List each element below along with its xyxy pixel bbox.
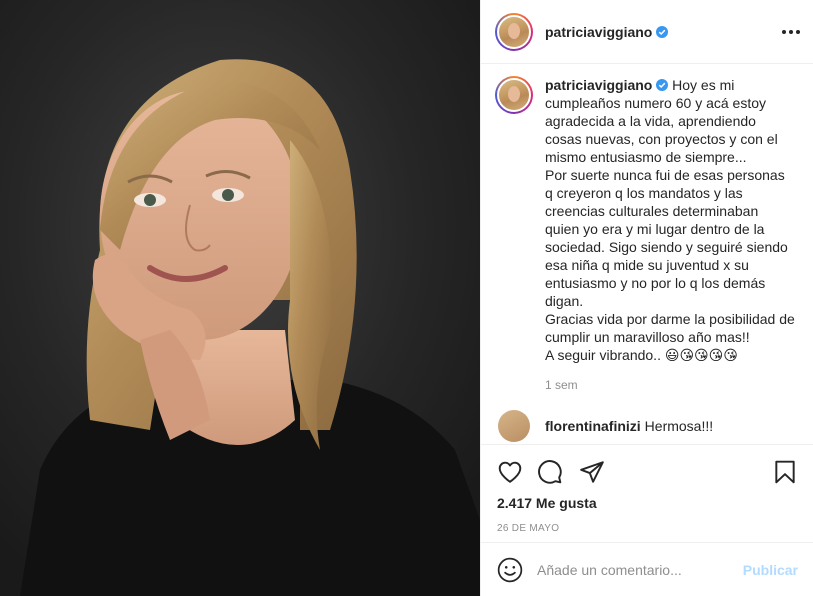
comments-section[interactable]: patriciaviggiano Hoy es mi cumpleaños nu… — [481, 64, 813, 444]
comment-item: florentinafinizi Hermosa!!! — [495, 410, 800, 442]
action-icons — [497, 445, 798, 493]
comment-input[interactable] — [537, 561, 743, 578]
share-icon[interactable] — [579, 459, 605, 485]
verified-badge-icon — [656, 79, 669, 91]
caption-avatar[interactable] — [497, 78, 531, 112]
caption-username[interactable]: patriciaviggiano — [545, 77, 652, 93]
add-comment-bar: Publicar — [481, 542, 813, 596]
commenter-username[interactable]: florentinafinizi — [545, 418, 641, 434]
author-avatar[interactable] — [497, 14, 531, 49]
caption-time[interactable]: 1 sem — [545, 378, 800, 392]
likes-count[interactable]: 2.417 Me gusta — [497, 495, 798, 511]
bookmark-icon[interactable] — [772, 459, 798, 485]
caption-text: Hoy es mi cumpleaños numero 60 y acá est… — [545, 77, 795, 363]
heart-icon[interactable] — [497, 459, 523, 485]
post-date[interactable]: 26 DE MAYO — [497, 523, 798, 534]
caption-avatar-ring[interactable] — [495, 76, 533, 114]
verified-badge-icon — [656, 25, 669, 38]
comment-text: Hermosa!!! — [644, 418, 714, 434]
emoji-icon[interactable] — [497, 557, 523, 583]
post-side-panel: patriciaviggiano patriciaviggiano Hoy es… — [480, 0, 813, 596]
post-photo[interactable] — [0, 0, 480, 596]
comment-icon[interactable] — [537, 459, 563, 485]
post-actions: 2.417 Me gusta 26 DE MAYO — [481, 444, 813, 542]
more-options-icon[interactable] — [782, 24, 800, 40]
portrait-image — [0, 0, 480, 596]
commenter-avatar[interactable] — [498, 410, 530, 442]
caption: patriciaviggiano Hoy es mi cumpleaños nu… — [495, 76, 800, 364]
publish-button[interactable]: Publicar — [743, 562, 798, 578]
caption-body: patriciaviggiano Hoy es mi cumpleaños nu… — [545, 76, 795, 364]
author-username[interactable]: patriciaviggiano — [545, 24, 652, 40]
post-header: patriciaviggiano — [481, 0, 813, 64]
author-avatar-ring[interactable] — [495, 12, 533, 51]
